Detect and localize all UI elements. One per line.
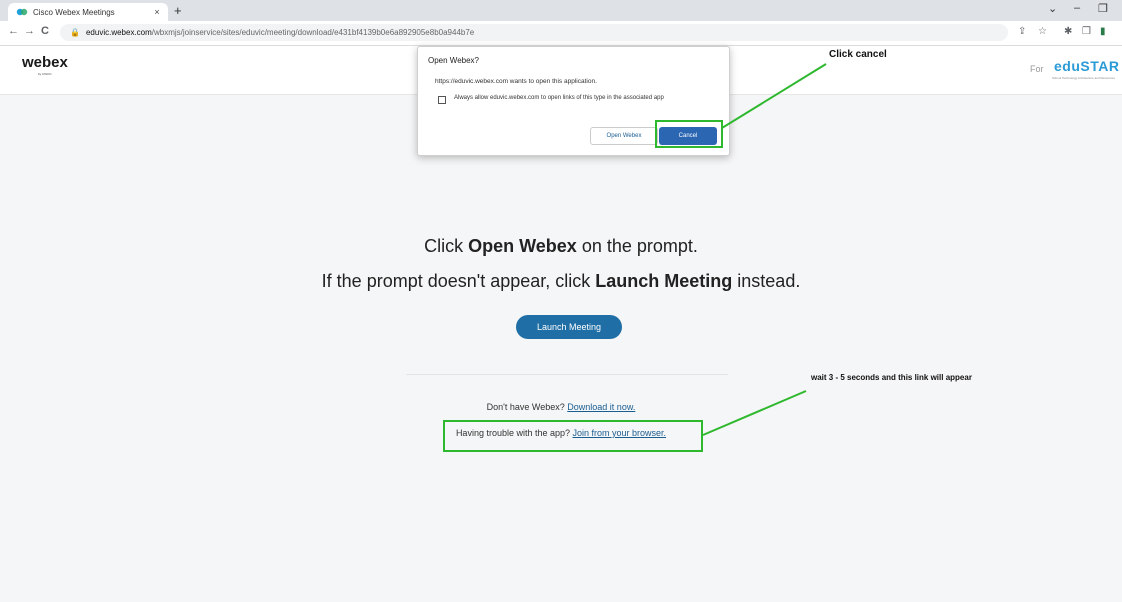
instruction-2-text: If the prompt doesn't appear, click xyxy=(321,271,596,291)
instruction-1-tail: on the prompt. xyxy=(576,236,698,256)
profile-icon[interactable]: ▮ xyxy=(1100,26,1106,37)
click-cancel-note: Click cancel xyxy=(829,49,887,60)
launch-meeting-button[interactable]: Launch Meeting xyxy=(516,315,622,339)
instruction-2-bold: Launch Meeting xyxy=(595,271,733,291)
browser-tab-strip: Cisco Webex Meetings × + ⌄ – ❐ xyxy=(0,0,1122,21)
instruction-line-2: If the prompt doesn't appear, click Laun… xyxy=(0,271,1122,292)
instruction-2-tail: instead. xyxy=(732,271,801,291)
address-bar[interactable]: 🔒 eduvic.webex.com/wbxmjs/joinservice/si… xyxy=(60,24,1008,41)
always-allow-checkbox[interactable] xyxy=(438,96,446,104)
always-allow-label: Always allow eduvic.webex.com to open li… xyxy=(454,95,664,101)
tab-title: Cisco Webex Meetings xyxy=(33,7,115,17)
cancel-highlight-box xyxy=(655,120,723,148)
edustar-logo: eduSTAR xyxy=(1054,58,1120,74)
join-link-highlight-box xyxy=(443,420,703,452)
browser-toolbar: ← → C 🔒 eduvic.webex.com/wbxmjs/joinserv… xyxy=(0,21,1122,46)
new-tab-icon[interactable]: + xyxy=(174,3,182,19)
side-panel-icon[interactable]: ❒ xyxy=(1082,26,1091,37)
minimize-icon[interactable]: – xyxy=(1074,2,1080,14)
url-path: /wbxmjs/joinservice/sites/eduvic/meeting… xyxy=(151,28,475,37)
download-link[interactable]: Download it now. xyxy=(567,402,635,412)
dialog-message: https://eduvic.webex.com wants to open t… xyxy=(435,78,597,85)
edustar-logo-sub: School Technology Architecture and Resou… xyxy=(1052,76,1115,80)
tab-close-icon[interactable]: × xyxy=(150,7,164,17)
restore-icon[interactable]: ❐ xyxy=(1098,2,1108,15)
bookmark-star-icon[interactable]: ☆ xyxy=(1038,26,1047,37)
download-line: Don't have Webex? Download it now. xyxy=(0,402,1122,412)
webex-logo-sub: by CISCO xyxy=(38,72,52,76)
webex-logo: webex xyxy=(22,54,68,71)
dialog-title: Open Webex? xyxy=(428,56,479,65)
lock-icon: 🔒 xyxy=(70,28,80,37)
content-divider xyxy=(406,374,728,375)
instruction-1-text: Click xyxy=(424,236,469,256)
browser-tab[interactable]: Cisco Webex Meetings × xyxy=(8,3,168,21)
download-text: Don't have Webex? xyxy=(486,402,568,412)
tab-search-icon[interactable]: ⌄ xyxy=(1048,2,1057,15)
reload-icon[interactable]: C xyxy=(41,25,49,37)
wait-link-note: wait 3 - 5 seconds and this link will ap… xyxy=(811,373,972,382)
url-host: eduvic.webex.com xyxy=(85,28,152,37)
for-label: For xyxy=(1030,64,1044,74)
forward-icon[interactable]: → xyxy=(24,25,35,37)
webex-favicon-icon xyxy=(16,8,28,16)
instruction-line-1: Click Open Webex on the prompt. xyxy=(0,236,1122,257)
back-icon[interactable]: ← xyxy=(8,25,19,37)
extensions-icon[interactable]: ✱ xyxy=(1064,26,1072,37)
open-webex-button[interactable]: Open Webex xyxy=(590,127,658,145)
instruction-1-bold: Open Webex xyxy=(468,236,577,256)
share-icon[interactable]: ⇪ xyxy=(1018,26,1026,37)
